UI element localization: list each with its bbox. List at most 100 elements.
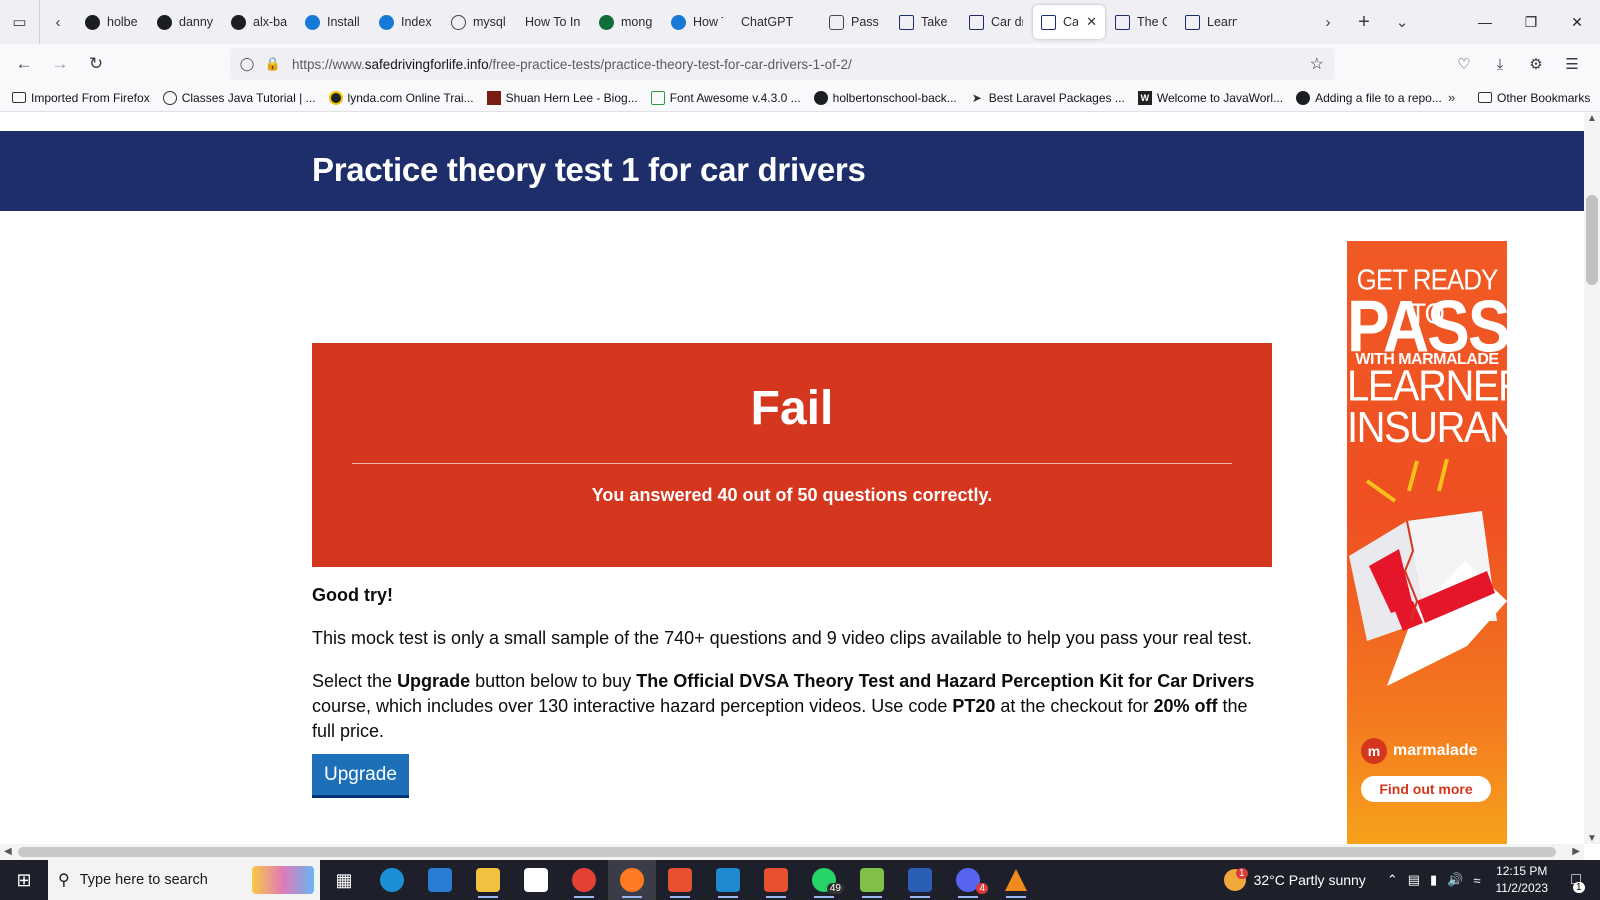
bookmark-item[interactable]: Shuan Hern Lee - Biog... (486, 90, 638, 105)
close-tab-icon[interactable]: ✕ (1086, 14, 1097, 30)
tab-label: Car dr (991, 15, 1023, 29)
navigation-toolbar: ← → ↻ ◯ 🔒 https://www.safedrivingforlife… (0, 44, 1600, 84)
other-bookmarks[interactable]: Other Bookmarks (1478, 91, 1590, 105)
microsoft-store-icon[interactable] (512, 860, 560, 900)
volume-icon[interactable]: 🔊 (1447, 872, 1463, 888)
bookmark-item[interactable]: Adding a file to a repo... (1296, 90, 1442, 105)
lock-icon[interactable]: 🔒 (260, 56, 286, 72)
discord-icon[interactable]: 4 (944, 860, 992, 900)
weather-widget[interactable]: 1 32°C Partly sunny (1223, 868, 1366, 891)
url-text[interactable]: https://www.safedrivingforlife.info/free… (292, 57, 852, 72)
browser-tab[interactable]: ChatGPT (733, 5, 819, 39)
whatsapp-icon[interactable]: 49 (800, 860, 848, 900)
scroll-right-icon[interactable]: ▶ (1572, 844, 1580, 860)
upgrade-button[interactable]: Upgrade (312, 754, 409, 795)
notifications-icon[interactable]: □1 (1564, 871, 1600, 893)
browser-tab[interactable]: Car dr (961, 5, 1031, 39)
edge-browser-icon[interactable] (368, 860, 416, 900)
vlc-icon[interactable] (992, 860, 1040, 900)
address-bar[interactable]: ◯ 🔒 https://www.safedrivingforlife.info/… (230, 48, 1334, 80)
browser-tab[interactable]: alx-ba (223, 5, 295, 39)
tab-overflow-chevron-icon[interactable]: ⌄ (1384, 0, 1420, 44)
battery-icon[interactable]: ▮ (1430, 872, 1437, 888)
search-icon: ⚲ (58, 872, 70, 889)
list-all-tabs-icon[interactable]: ▭ (0, 0, 40, 44)
task-view-icon[interactable]: ▦ (320, 860, 368, 900)
shield-icon[interactable]: ◯ (234, 56, 260, 72)
browser-tab[interactable]: danny (149, 5, 221, 39)
bookmark-item[interactable]: Classes Java Tutorial | ... (162, 90, 316, 105)
dvsa-icon (1185, 14, 1200, 30)
browser-tab[interactable]: The O (1107, 5, 1175, 39)
windows-start-icon[interactable]: ⊞ (0, 860, 48, 900)
firefox-icon[interactable] (608, 860, 656, 900)
marmalade-advert[interactable]: GET READY TO PASS WITH MARMALADE LEARNER… (1347, 241, 1507, 844)
file-explorer-icon[interactable] (464, 860, 512, 900)
bookmark-star-icon[interactable]: ☆ (1310, 54, 1324, 74)
scroll-up-icon[interactable]: ▲ (1584, 113, 1600, 124)
wifi-icon[interactable]: ≈ (1473, 873, 1480, 888)
minimize-icon[interactable]: — (1462, 0, 1508, 44)
browser-tab[interactable]: Install (297, 5, 369, 39)
bookmark-label: lynda.com Online Trai... (347, 90, 474, 105)
find-out-more-button[interactable]: Find out more (1361, 776, 1491, 802)
scroll-left-icon[interactable]: ◀ (4, 844, 12, 860)
bookmark-item[interactable]: W Welcome to JavaWorl... (1137, 90, 1283, 105)
bookmark-item[interactable]: holbertonschool-back... (813, 90, 957, 105)
more-bookmarks-chevron-icon[interactable]: » (1448, 90, 1455, 105)
show-hidden-icons-chevron-icon[interactable]: ⌃ (1387, 872, 1398, 888)
forward-icon[interactable]: → (42, 48, 78, 80)
dvsa-icon (1041, 14, 1056, 30)
vscode-icon[interactable] (704, 860, 752, 900)
word-icon[interactable] (896, 860, 944, 900)
url-prefix: https://www. (292, 56, 365, 72)
browser-tab[interactable]: How T (663, 5, 731, 39)
tab-label: mong (621, 15, 653, 29)
notepad-icon[interactable] (848, 860, 896, 900)
browser-tab[interactable]: Index (371, 5, 441, 39)
bookmark-item[interactable]: Imported From Firefox (12, 91, 150, 105)
bookmark-item[interactable]: lynda.com Online Trai... (328, 90, 474, 105)
windows-taskbar: ⊞ ⚲ Type here to search ▦ 49 4 1 32°C Pa… (0, 860, 1600, 900)
tab-label: The O (1137, 15, 1167, 29)
horizontal-scroll-thumb[interactable] (18, 847, 1556, 857)
browser-tab[interactable]: mong (591, 5, 661, 39)
extensions-icon[interactable]: ⚙ (1518, 48, 1554, 80)
browser-tab[interactable]: Learn (1177, 5, 1245, 39)
downloads-icon[interactable]: ⤓ (1482, 48, 1518, 80)
bookmark-item[interactable]: ➤ Best Laravel Packages ... (970, 91, 1125, 105)
browser-tab[interactable]: Pass U (821, 5, 889, 39)
vertical-scrollbar[interactable]: ▲ ▼ (1584, 113, 1600, 844)
restore-icon[interactable]: ❐ (1508, 0, 1554, 44)
taskbar-clock[interactable]: 12:15 PM 11/2/2023 (1496, 863, 1549, 897)
back-icon[interactable]: ← (6, 48, 42, 80)
taskbar-search-box[interactable]: ⚲ Type here to search (48, 860, 320, 900)
close-window-icon[interactable]: ✕ (1554, 0, 1600, 44)
url-domain: safedrivingforlife.info (364, 56, 489, 72)
mail-icon[interactable] (416, 860, 464, 900)
browser-tab[interactable]: Car ✕ (1033, 5, 1105, 39)
scroll-tabs-left-icon[interactable]: ‹ (40, 0, 76, 44)
horizontal-scrollbar[interactable]: ◀ ▶ (0, 844, 1584, 860)
discount: 20% off (1153, 696, 1218, 716)
menu-icon[interactable]: ☰ (1554, 48, 1590, 80)
browser-tab[interactable]: mysql (443, 5, 515, 39)
new-tab-icon[interactable]: + (1346, 0, 1382, 44)
mongodb-icon (599, 14, 614, 30)
chrome-icon[interactable] (560, 860, 608, 900)
office-icon[interactable] (656, 860, 704, 900)
scroll-tabs-right-icon[interactable]: › (1310, 0, 1346, 44)
bookmark-label: Imported From Firefox (31, 90, 150, 105)
browser-tab[interactable]: Take a (891, 5, 959, 39)
browser-tab[interactable]: holbe (77, 5, 147, 39)
pocket-icon[interactable]: ♡ (1446, 48, 1482, 80)
office-icon[interactable] (752, 860, 800, 900)
scroll-down-icon[interactable]: ▼ (1584, 833, 1600, 844)
browser-tab[interactable]: How To In (517, 5, 589, 39)
reload-icon[interactable]: ↻ (78, 48, 114, 80)
vertical-scroll-thumb[interactable] (1586, 195, 1598, 285)
learner-plate-illustration (1349, 458, 1507, 686)
weather-badge: 1 (1236, 868, 1248, 879)
bookmark-item[interactable]: Font Awesome v.4.3.0 ... (650, 90, 801, 105)
device-icon[interactable]: ▤ (1408, 872, 1420, 888)
